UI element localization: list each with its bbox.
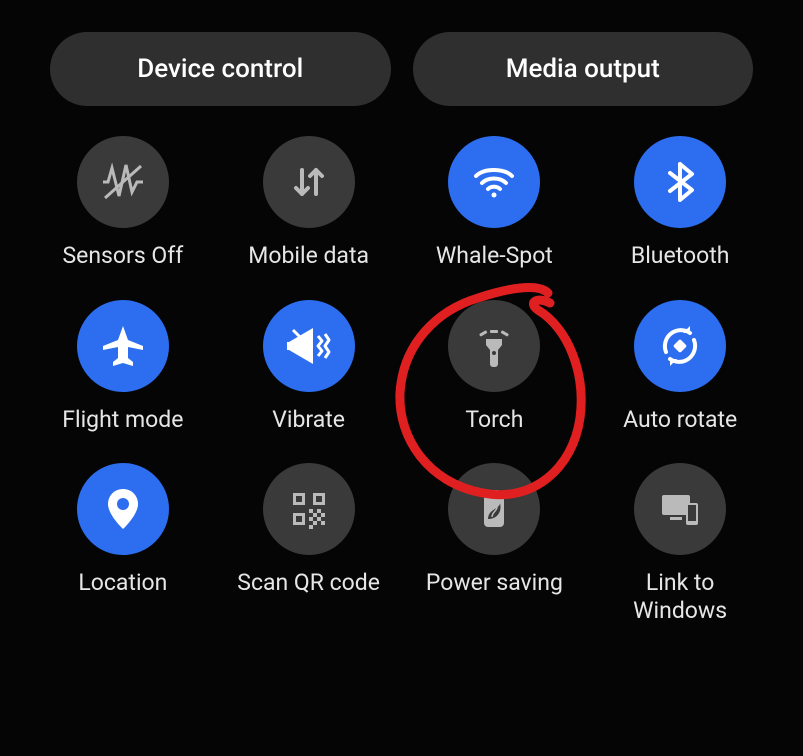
- media-output-button[interactable]: Media output: [413, 32, 754, 106]
- location-pin-icon: [77, 463, 169, 555]
- airplane-icon: [77, 300, 169, 392]
- tile-label: Location: [78, 569, 167, 597]
- tile-link-to-windows[interactable]: Link to Windows: [587, 463, 773, 624]
- tile-auto-rotate[interactable]: Auto rotate: [587, 300, 773, 434]
- tile-label: Bluetooth: [631, 242, 730, 270]
- auto-rotate-icon: [634, 300, 726, 392]
- tile-mobile-data[interactable]: Mobile data: [216, 136, 402, 270]
- link-to-windows-icon: [634, 463, 726, 555]
- tile-sensors-off[interactable]: Sensors Off: [30, 136, 216, 270]
- tile-label: Vibrate: [272, 406, 345, 434]
- tile-label: Power saving: [426, 569, 563, 597]
- torch-icon: [448, 300, 540, 392]
- tile-vibrate[interactable]: Vibrate: [216, 300, 402, 434]
- power-saving-icon: [448, 463, 540, 555]
- tile-label: Torch: [465, 406, 523, 434]
- tile-label: Mobile data: [248, 242, 369, 270]
- tile-label: Sensors Off: [63, 242, 184, 270]
- vibrate-icon: [263, 300, 355, 392]
- tile-flight-mode[interactable]: Flight mode: [30, 300, 216, 434]
- tile-wifi[interactable]: Whale-Spot: [402, 136, 588, 270]
- tile-scan-qr[interactable]: Scan QR code: [216, 463, 402, 624]
- sensors-off-icon: [77, 136, 169, 228]
- bluetooth-icon: [634, 136, 726, 228]
- tile-label: Link to Windows: [600, 569, 760, 624]
- mobile-data-icon: [263, 136, 355, 228]
- tile-label: Auto rotate: [623, 406, 737, 434]
- wifi-icon: [448, 136, 540, 228]
- tile-label: Flight mode: [62, 406, 183, 434]
- qr-code-icon: [263, 463, 355, 555]
- tile-bluetooth[interactable]: Bluetooth: [587, 136, 773, 270]
- device-control-button[interactable]: Device control: [50, 32, 391, 106]
- quick-settings-grid: Sensors Off Mobile data Whale-Spot: [0, 106, 803, 624]
- tile-torch[interactable]: Torch: [402, 300, 588, 434]
- tile-location[interactable]: Location: [30, 463, 216, 624]
- tile-label: Whale-Spot: [436, 242, 553, 270]
- tile-label: Scan QR code: [237, 569, 380, 597]
- tile-power-saving[interactable]: Power saving: [402, 463, 588, 624]
